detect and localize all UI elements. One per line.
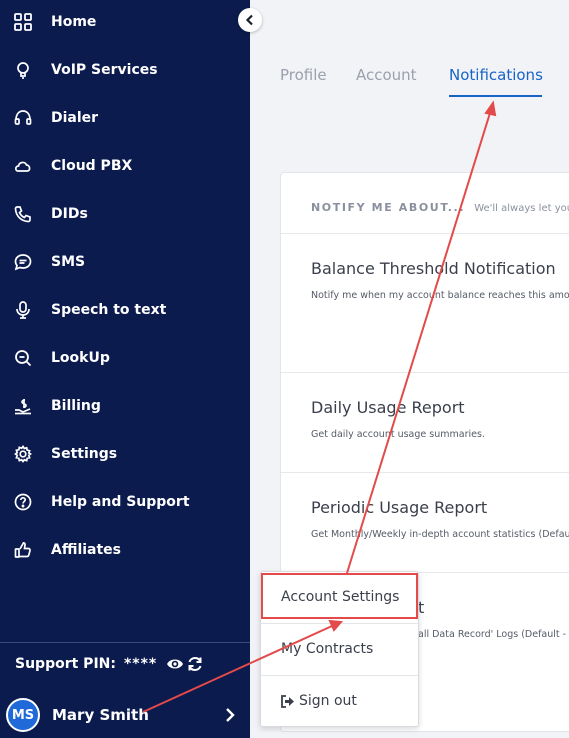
phone-icon (14, 206, 31, 223)
sidebar-item-label: Dialer (51, 110, 99, 126)
tab-notifications[interactable]: Notifications (449, 66, 543, 84)
sidebar-item-help-and-support[interactable]: Help and Support (0, 484, 250, 520)
sign-out-icon (281, 694, 294, 708)
sidebar-item-billing[interactable]: Billing (0, 388, 250, 424)
menu-item-label: My Contracts (281, 641, 374, 657)
sidebar-item-lookup[interactable]: LookUp (0, 340, 250, 376)
support-pin-value: **** (123, 656, 158, 672)
sidebar-item-settings[interactable]: Settings (0, 436, 250, 472)
sidebar-item-label: SMS (51, 254, 86, 270)
card-subheading: We'll always let you know (474, 203, 569, 214)
card-header: NOTIFY ME ABOUT... We'll always let you … (311, 196, 569, 215)
avatar: MS (6, 698, 40, 732)
section-title: Balance Threshold Notification (311, 259, 556, 278)
grid-icon (14, 13, 32, 31)
bulb-icon (17, 62, 29, 79)
section-description: Get Monthly/Weekly in-depth account stat… (311, 529, 569, 540)
support-pin: Support PIN: **** (15, 656, 203, 672)
cloud-phone-icon (14, 161, 31, 172)
sidebar-item-cloud-pbx[interactable]: Cloud PBX (0, 148, 250, 184)
section-description: Notify me when my account balance reache… (311, 290, 569, 301)
divider (281, 472, 569, 473)
sidebar-item-label: Settings (51, 446, 118, 462)
menu-item-label: Sign out (299, 693, 357, 709)
sidebar-item-label: Help and Support (51, 494, 190, 510)
section-description: Get daily account usage summaries. (311, 429, 485, 440)
active-tab-indicator (449, 95, 542, 97)
headset-icon (14, 110, 32, 125)
sidebar-item-label: Speech to text (51, 302, 167, 318)
section-title: Periodic Usage Report (311, 498, 488, 517)
eye-icon[interactable] (166, 656, 184, 672)
sidebar-item-voip-services[interactable]: VoIP Services (0, 52, 250, 88)
tab-account[interactable]: Account (356, 66, 417, 84)
section-title: Daily Usage Report (311, 398, 465, 417)
sidebar-item-label: Home (51, 14, 97, 30)
thumbs-up-icon (14, 541, 31, 558)
sidebar-item-dialer[interactable]: Dialer (0, 100, 250, 136)
support-pin-label: Support PIN: (15, 656, 116, 672)
sidebar-item-label: Affiliates (51, 542, 122, 558)
billing-icon (15, 399, 31, 415)
collapse-sidebar-button[interactable] (238, 8, 262, 32)
sidebar-item-dids[interactable]: DIDs (0, 196, 250, 232)
search-icon (15, 350, 32, 367)
menu-item-sign-out[interactable]: Sign out (261, 676, 418, 726)
sidebar-item-affiliates[interactable]: Affiliates (0, 532, 250, 568)
sidebar-item-label: DIDs (51, 206, 88, 222)
highlight-box (261, 573, 418, 619)
sidebar-item-label: LookUp (51, 350, 110, 366)
user-menu-toggle[interactable]: MS Mary Smith (6, 697, 250, 733)
sidebar-item-label: Cloud PBX (51, 158, 133, 174)
section-description: all Data Record' Logs (Default - (418, 629, 567, 640)
sidebar-item-label: Billing (51, 398, 101, 414)
card-heading: NOTIFY ME ABOUT... (311, 201, 466, 214)
sidebar-item-sms[interactable]: SMS (0, 244, 250, 280)
question-icon (14, 493, 32, 511)
menu-item-my-contracts[interactable]: My Contracts (261, 624, 418, 674)
chat-icon (14, 254, 32, 271)
sidebar-item-speech-to-text[interactable]: Speech to text (0, 292, 250, 328)
sidebar-item-home[interactable]: Home (0, 4, 250, 40)
sidebar-divider (0, 642, 250, 643)
sidebar-item-label: VoIP Services (51, 62, 158, 78)
gear-icon (14, 445, 32, 463)
sidebar: Home VoIP Services Dialer Cloud PBX DIDs… (0, 0, 250, 738)
user-name: Mary Smith (52, 706, 149, 724)
chevron-right-icon (226, 708, 235, 722)
chevron-left-icon (245, 14, 253, 26)
refresh-icon[interactable] (187, 656, 203, 672)
microphone-icon (16, 301, 30, 319)
divider (281, 233, 569, 234)
tab-profile[interactable]: Profile (280, 66, 327, 84)
divider (281, 372, 569, 373)
